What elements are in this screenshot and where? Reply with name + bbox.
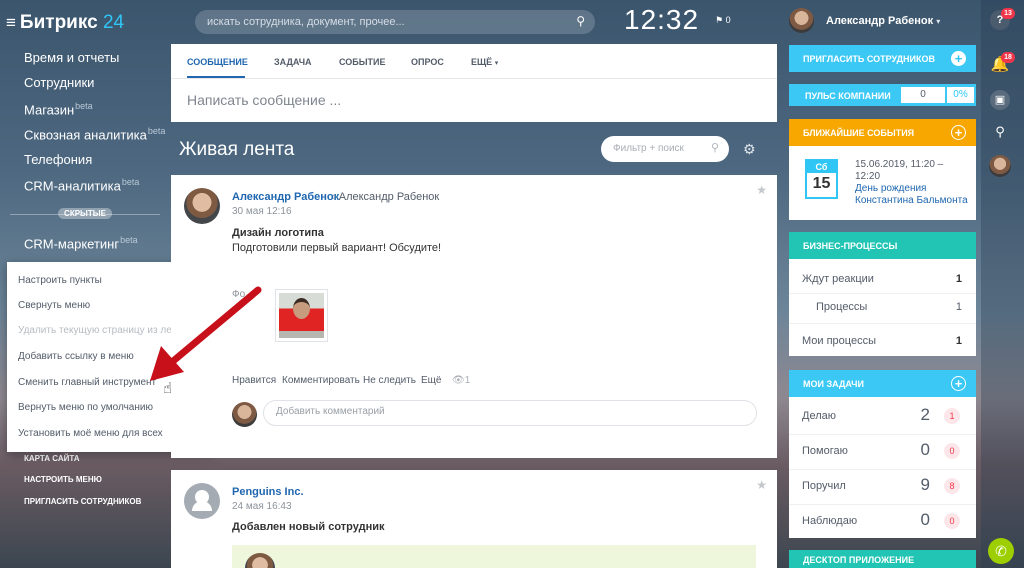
chevron-right-icon: ›: [332, 191, 336, 203]
chat-icon[interactable]: ▣: [990, 90, 1010, 110]
more-link[interactable]: Ещё: [421, 375, 441, 386]
post-composer: СООБЩЕНИЕ ЗАДАЧА СОБЫТИЕ ОПРОС ЕЩЁ ▾ Нап…: [171, 44, 777, 122]
plus-icon[interactable]: +: [951, 125, 966, 140]
unfollow-link[interactable]: Не следить: [363, 375, 416, 386]
search-icon[interactable]: ⚲: [576, 14, 585, 28]
tab-poll[interactable]: ОПРОС: [411, 57, 444, 67]
plus-icon[interactable]: +: [951, 376, 966, 391]
tab-message[interactable]: СООБЩЕНИЕ: [187, 57, 248, 67]
ctx-set-for-all[interactable]: Установить моё меню для всех: [18, 428, 163, 439]
eye-icon: 👁: [452, 375, 465, 386]
sidebar-item-crm-marketing[interactable]: CRM-маркетингbeta: [24, 235, 138, 251]
post-recipient: › Александр Рабенок: [332, 191, 440, 203]
photo-label: Фо: [232, 289, 246, 300]
chevron-down-icon: ▾: [936, 17, 941, 26]
business-processes-widget: БИЗНЕС-ПРОЦЕССЫ Ждут реакции 1 Процессы 1 …: [789, 232, 976, 356]
avatar: [245, 553, 275, 568]
ctx-change-main-tool[interactable]: Сменить главный инструмент: [18, 377, 156, 388]
invite-employees-link[interactable]: ПРИГЛАСИТЬ СОТРУДНИКОВ: [24, 497, 141, 506]
ctx-configure-items[interactable]: Настроить пункты: [18, 275, 102, 286]
attached-photo[interactable]: [275, 289, 328, 342]
right-rail: ? 13 🔔 18 ▣ ⚲: [981, 0, 1024, 568]
hand-cursor-icon: ☝: [163, 380, 173, 397]
ctx-restore-default[interactable]: Вернуть меню по умолчанию: [18, 402, 153, 413]
tab-task[interactable]: ЗАДАЧА: [274, 57, 312, 67]
comment-input[interactable]: [276, 406, 736, 417]
comment-box: [263, 400, 757, 426]
event-date: 15.06.2019, 11:20 – 12:20: [855, 159, 944, 182]
gear-icon[interactable]: ⚙: [743, 141, 756, 158]
ctx-add-link[interactable]: Добавить ссылку в меню: [18, 351, 134, 362]
hidden-items-separator[interactable]: СКРЫТЫЕ: [10, 208, 160, 220]
filter-input[interactable]: Фильтр + поиск: [613, 143, 684, 154]
ctx-collapse-menu[interactable]: Свернуть меню: [18, 300, 90, 311]
company-pulse-widget[interactable]: ПУЛЬС КОМПАНИИ 0 0%: [789, 84, 976, 106]
desktop-app-widget[interactable]: ДЕСКТОП ПРИЛОЖЕНИЕ: [789, 550, 976, 568]
sidebar-item-shop[interactable]: Магазинbeta: [24, 101, 93, 117]
search-input[interactable]: [207, 14, 557, 30]
flag-counter[interactable]: ⚑ 0: [715, 15, 731, 26]
author-avatar[interactable]: [184, 188, 220, 224]
pulse-percent: 0%: [947, 87, 974, 103]
avatar[interactable]: [789, 8, 814, 33]
hidden-label[interactable]: СКРЫТЫЕ: [58, 208, 112, 219]
pulse-value: 0: [901, 87, 945, 103]
message-input[interactable]: Написать сообщение ...: [187, 92, 341, 108]
like-link[interactable]: Нравится: [232, 375, 276, 386]
page-title: Живая лента: [179, 139, 295, 160]
phone-icon[interactable]: ✆: [988, 538, 1014, 564]
global-search: ⚲: [195, 10, 595, 34]
help-badge: 13: [1001, 8, 1015, 19]
event-link[interactable]: День рождения Константина Бальмонта: [855, 183, 973, 207]
sidebar-item-time-reports[interactable]: Время и отчеты: [24, 50, 119, 65]
tab-event[interactable]: СОБЫТИЕ: [339, 57, 386, 67]
menu-burger-icon[interactable]: ≡: [6, 13, 16, 32]
logo[interactable]: ≡ Битрикс 24: [6, 12, 124, 34]
plus-icon[interactable]: +: [951, 51, 966, 66]
user-menu[interactable]: Александр Рабенок ▾: [789, 8, 949, 34]
avatar[interactable]: [989, 155, 1011, 177]
star-icon[interactable]: ★: [756, 183, 767, 197]
my-tasks-widget: МОИ ЗАДАЧИ + Делаю 2 1 Помогаю 0 0 Поручил 9 8 …: [789, 370, 976, 538]
calendar-icon: Сб 15: [805, 159, 838, 199]
star-icon[interactable]: ★: [756, 478, 767, 492]
sidebar-item-crm-analytics[interactable]: CRM-аналитикаbeta: [24, 177, 139, 193]
search-icon[interactable]: ⚲: [990, 122, 1010, 142]
sitemap-link[interactable]: КАРТА САЙТА: [24, 454, 80, 463]
sidebar-item-employees[interactable]: Сотрудники: [24, 75, 94, 90]
user-name: Александр Рабенок: [826, 15, 934, 27]
feed-post: Александр Рабенок › Александр Рабенок 30…: [171, 175, 777, 458]
avatar: [232, 402, 257, 427]
comment-link[interactable]: Комментировать: [282, 375, 360, 386]
sidebar-item-analytics[interactable]: Сквозная аналитикаbeta: [24, 126, 165, 142]
configure-menu-link[interactable]: НАСТРОИТЬ МЕНЮ: [24, 475, 102, 484]
sidebar-item-telephony[interactable]: Телефония: [24, 152, 92, 167]
new-employee-card[interactable]: [232, 545, 756, 568]
post-author[interactable]: Penguins Inc.: [232, 486, 304, 498]
bell-badge: 18: [1001, 52, 1015, 63]
flag-icon: ⚑: [715, 15, 724, 25]
post-date[interactable]: 30 мая 12:16: [232, 206, 292, 217]
task-row-helping[interactable]: Помогаю 0 0: [789, 433, 976, 468]
views-count: 👁1: [452, 375, 471, 386]
tab-more[interactable]: ЕЩЁ ▾: [471, 57, 498, 67]
post-author[interactable]: Александр Рабенок: [232, 191, 339, 203]
chevron-down-icon: ▾: [494, 60, 499, 67]
task-row-doing[interactable]: Делаю 2 1: [789, 398, 976, 433]
feed-filter[interactable]: Фильтр + поиск ⚲: [601, 136, 729, 162]
author-avatar[interactable]: [184, 483, 220, 519]
search-icon[interactable]: ⚲: [711, 141, 719, 154]
post-title: Добавлен новый сотрудник: [232, 521, 385, 533]
post-text: Подготовили первый вариант! Обсудите!: [232, 242, 442, 254]
clock[interactable]: 12:32: [624, 4, 699, 36]
task-row-watching[interactable]: Наблюдаю 0 0: [789, 503, 976, 538]
invite-employees-button[interactable]: ПРИГЛАСИТЬ СОТРУДНИКОВ +: [789, 45, 976, 72]
upcoming-events-widget: БЛИЖАЙШИЕ СОБЫТИЯ + Сб 15 15.06.2019, 11:…: [789, 119, 976, 220]
feed-post: Penguins Inc. 24 мая 16:43 ★ Добавлен но…: [171, 470, 777, 568]
post-title: Дизайн логотипа: [232, 227, 324, 239]
post-date[interactable]: 24 мая 16:43: [232, 501, 292, 512]
task-row-assigned[interactable]: Поручил 9 8: [789, 468, 976, 503]
